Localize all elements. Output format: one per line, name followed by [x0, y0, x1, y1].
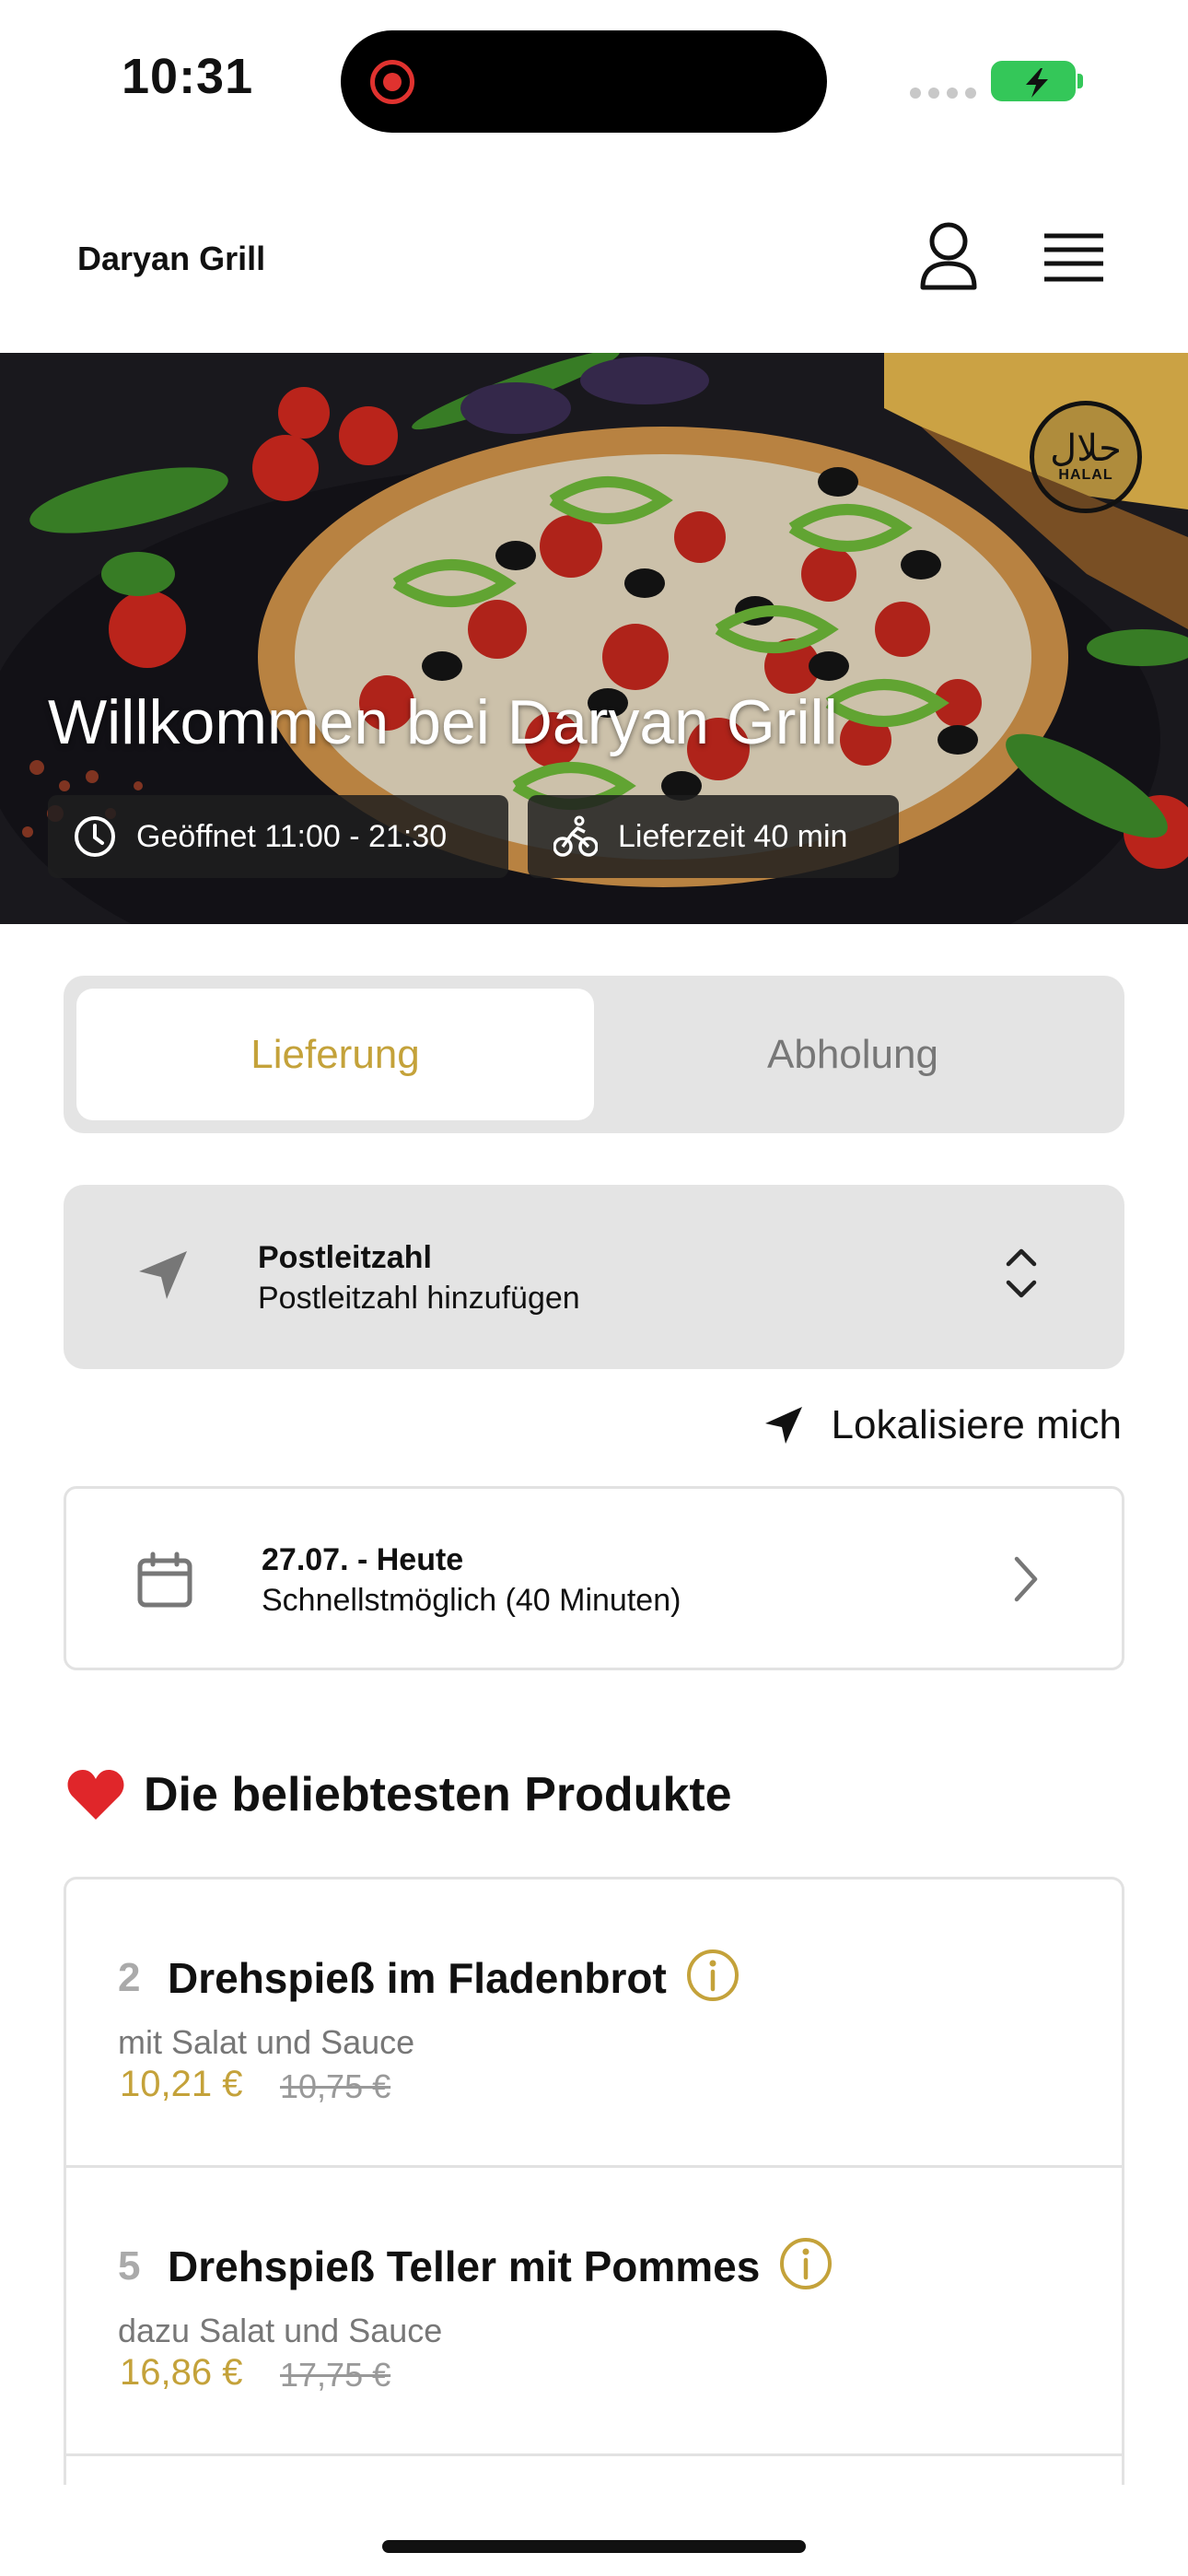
popular-title-text: Die beliebtesten Produkte [144, 1768, 732, 1821]
product-number: 2 [118, 1955, 141, 2000]
signal-icon [910, 88, 976, 99]
app-header: Daryan Grill [0, 166, 1188, 353]
record-icon [370, 60, 414, 104]
opening-hours-pill: Geöffnet 11:00 - 21:30 [48, 795, 508, 878]
product-price: 16,86 € [120, 2352, 243, 2393]
home-indicator[interactable] [382, 2540, 806, 2553]
battery-icon [991, 61, 1083, 101]
halal-badge-arabic: حلال [1050, 427, 1122, 470]
info-icon[interactable] [778, 2236, 833, 2291]
product-old-price: 17,75 € [280, 2356, 391, 2394]
localize-button[interactable]: Lokalisiere mich [763, 1402, 1122, 1448]
chevron-right-icon [1014, 1556, 1038, 1602]
opening-hours-text: Geöffnet 11:00 - 21:30 [136, 818, 448, 854]
delivery-date: 27.07. - Heute [262, 1542, 464, 1577]
product-list: 2 Drehspieß im Fladenbrot mit Salat und … [64, 1877, 1124, 2485]
localize-label: Lokalisiere mich [831, 1402, 1122, 1447]
product-number: 5 [118, 2243, 141, 2289]
halal-badge-latin: HALAL [1058, 467, 1113, 483]
hero-banner: حلال HALAL Willkommen bei Daryan Grill G… [0, 353, 1188, 924]
product-description: dazu Salat und Sauce [118, 2312, 443, 2349]
delivery-time-pill: Lieferzeit 40 min [528, 795, 899, 878]
user-icon[interactable] [917, 221, 980, 291]
heart-icon [67, 1770, 124, 1820]
brand-name[interactable]: Daryan Grill [77, 240, 265, 278]
hero-title: Willkommen bei Daryan Grill [48, 687, 838, 757]
clock-icon [75, 816, 115, 857]
product-old-price: 10,75 € [280, 2067, 391, 2105]
order-mode-toggle: Lieferung Abholung [64, 976, 1124, 1133]
tab-pickup[interactable]: Abholung [594, 989, 1112, 1120]
status-bar: 10:31 [0, 0, 1188, 166]
product-item[interactable]: 2 Drehspieß im Fladenbrot mit Salat und … [66, 1879, 1122, 2168]
postcode-label: Postleitzahl [258, 1240, 432, 1275]
popular-section-title: Die beliebtesten Produkte [66, 1767, 732, 1822]
product-description: mit Salat und Sauce [118, 2023, 415, 2061]
product-price: 10,21 € [120, 2064, 243, 2104]
dynamic-island [341, 30, 827, 133]
navigation-arrow-icon [139, 1251, 187, 1299]
chevron-up-down-icon [1006, 1248, 1037, 1298]
status-time: 10:31 [122, 49, 254, 104]
delivery-time-choice: Schnellstmöglich (40 Minuten) [262, 1583, 681, 1618]
location-arrow-icon [764, 1407, 802, 1444]
delivery-date-selector[interactable]: 27.07. - Heute Schnellstmöglich (40 Minu… [64, 1486, 1124, 1670]
info-icon[interactable] [685, 1948, 740, 2003]
delivery-time-text: Lieferzeit 40 min [618, 818, 848, 854]
tab-delivery[interactable]: Lieferung [76, 989, 594, 1120]
bike-icon [553, 815, 598, 857]
postcode-placeholder: Postleitzahl hinzufügen [258, 1281, 580, 1316]
product-name: Drehspieß im Fladenbrot [168, 1954, 667, 2002]
menu-icon[interactable] [1044, 232, 1103, 284]
product-item[interactable]: 5 Drehspieß Teller mit Pommes dazu Salat… [66, 2168, 1122, 2456]
postcode-selector[interactable]: Postleitzahl Postleitzahl hinzufügen [64, 1185, 1124, 1369]
halal-badge: حلال HALAL [1030, 401, 1142, 513]
calendar-icon [137, 1551, 192, 1608]
product-name: Drehspieß Teller mit Pommes [168, 2242, 761, 2290]
